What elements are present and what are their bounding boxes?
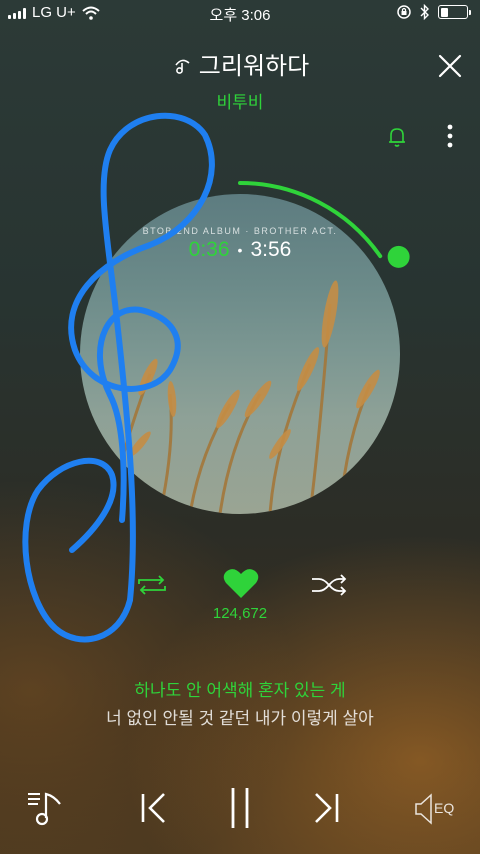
bell-icon[interactable] — [384, 124, 410, 150]
repeat-icon[interactable] — [134, 572, 170, 598]
song-title: 그리워하다 — [198, 53, 310, 80]
lyric-current[interactable]: 하나도 안 어색해 혼자 있는 게 — [0, 676, 480, 701]
battery-icon — [438, 5, 471, 19]
eq-button[interactable]: EQ — [414, 792, 462, 826]
speaker-icon — [415, 793, 432, 825]
status-bar: LG U+ 오후 3:06 — [0, 0, 480, 28]
bluetooth-icon — [420, 4, 429, 20]
progress-arc — [238, 181, 383, 259]
eq-label: EQ — [434, 800, 455, 816]
previous-icon[interactable] — [138, 790, 170, 826]
close-icon[interactable] — [436, 52, 464, 80]
more-vertical-icon[interactable] — [440, 122, 460, 152]
song-header: 그리워하다 — [0, 46, 480, 81]
pause-icon[interactable] — [226, 786, 254, 830]
lyric-next[interactable]: 너 없인 안될 것 같던 내가 이렇게 살아 — [0, 704, 480, 729]
player-controls: EQ — [0, 782, 480, 836]
rotation-lock-icon — [397, 5, 411, 19]
shuffle-icon[interactable] — [310, 572, 348, 598]
playlist-icon[interactable] — [24, 786, 68, 830]
artist-name[interactable]: 비투비 — [0, 88, 480, 113]
next-icon[interactable] — [310, 790, 342, 826]
music-note-icon — [175, 59, 190, 74]
action-row — [0, 566, 480, 606]
status-right — [396, 4, 471, 20]
progress-knob[interactable] — [387, 245, 410, 268]
progress-ring[interactable] — [60, 174, 420, 534]
like-count: 124,672 — [212, 605, 268, 622]
heart-icon[interactable] — [222, 566, 260, 600]
